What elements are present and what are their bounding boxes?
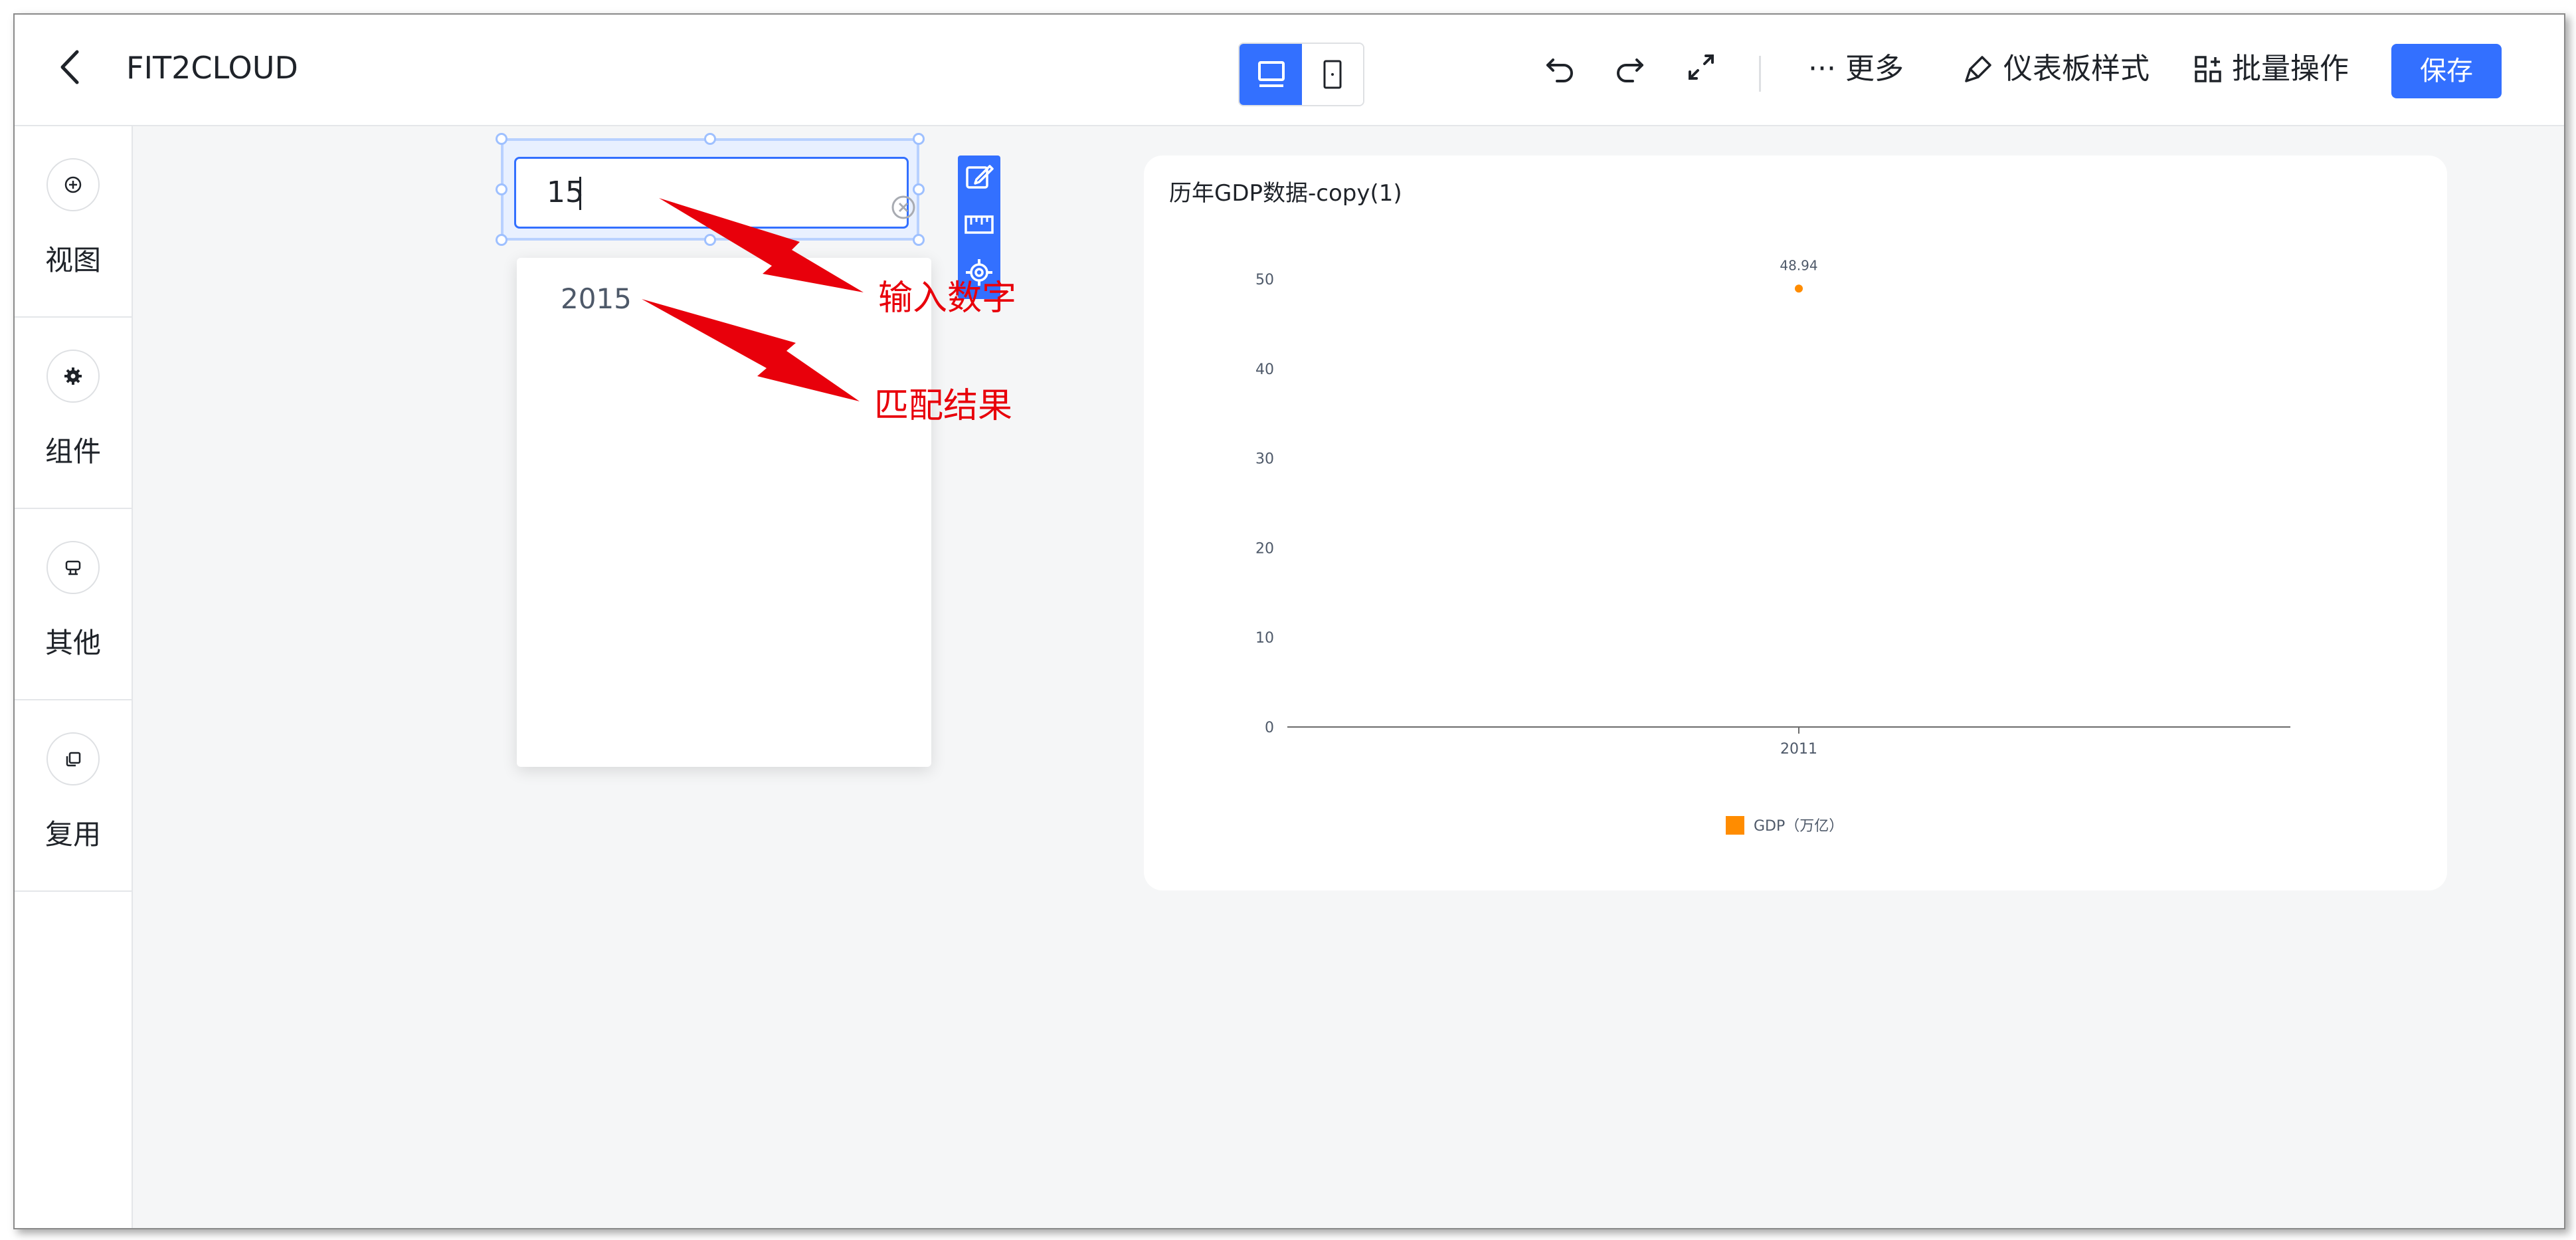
app-window: FIT2CLOUD ··· 更多 仪表板样式 批量操作 保存 视图 组件 其他 … xyxy=(13,13,2565,1229)
arrow-to-input xyxy=(659,198,864,292)
annotation-input-hint: 输入数字 xyxy=(878,278,1017,318)
annotation-match-hint: 匹配结果 xyxy=(874,386,1013,426)
arrow-to-result xyxy=(642,299,860,401)
annotation-arrows xyxy=(642,198,864,401)
